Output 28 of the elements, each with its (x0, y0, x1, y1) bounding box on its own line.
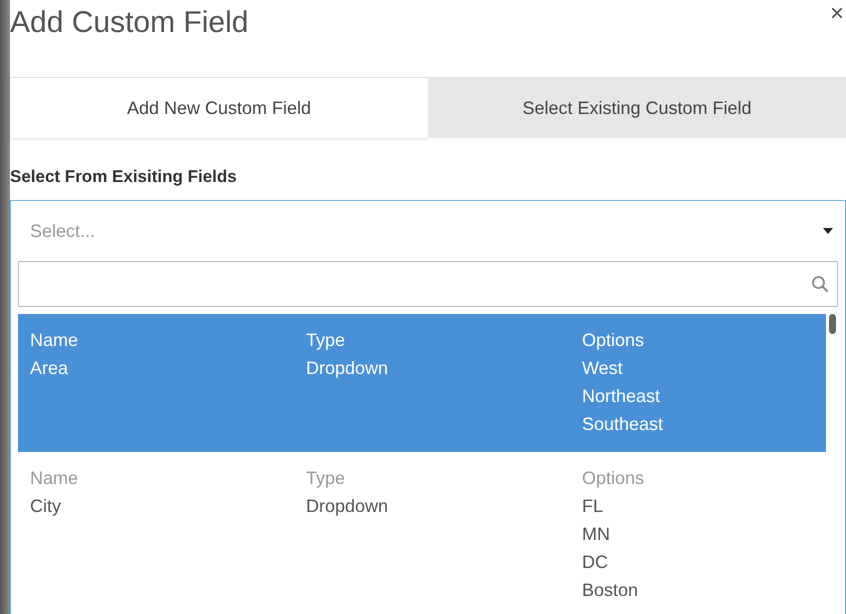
tab[interactable]: Select Existing Custom Field (428, 78, 846, 138)
option-value: Northeast (582, 385, 662, 408)
column-label: Type (306, 467, 346, 490)
close-button[interactable]: × (828, 2, 846, 26)
scrollbar-thumb[interactable] (829, 314, 836, 334)
dialog-title: Add Custom Field (10, 6, 248, 40)
field-name: Area (30, 357, 70, 380)
column-label: Options (582, 467, 646, 490)
option-value: MN (582, 523, 611, 546)
dropdown-field[interactable]: Select... Name Area Type Dropdown Options West Northeast Southeast Name City Type Dropdown Options FL MN DC Boston (10, 200, 846, 614)
caret-icon (823, 228, 833, 234)
option-value: DC (582, 551, 609, 574)
column-label: Type (306, 329, 346, 352)
search-icon (811, 275, 829, 293)
column-label: Options (582, 329, 646, 352)
option-value: Southeast (582, 413, 664, 436)
field-type: Dropdown (306, 357, 390, 380)
option-value: FL (582, 495, 604, 518)
column-label: Name (30, 467, 80, 490)
field-type: Dropdown (306, 495, 390, 518)
tab[interactable]: Add New Custom Field (10, 78, 428, 138)
dropdown-placeholder: Select... (30, 220, 96, 242)
search-field[interactable] (18, 261, 838, 307)
option-value: West (582, 357, 624, 380)
option-value: Boston (582, 579, 640, 602)
column-label: Name (30, 329, 80, 352)
field-name: City (30, 495, 62, 518)
field-label: Select From Exisiting Fields (10, 167, 238, 187)
